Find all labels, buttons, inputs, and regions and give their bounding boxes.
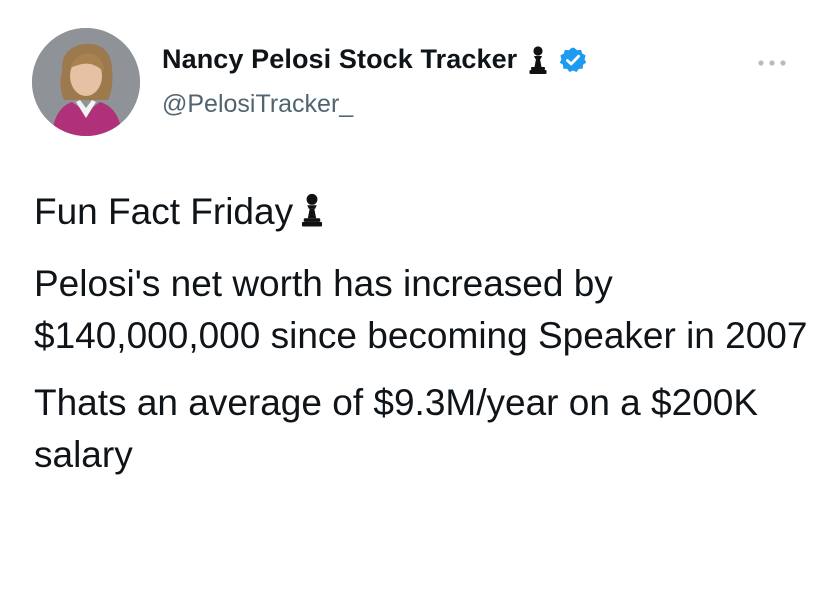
more-options-button[interactable]: [752, 50, 792, 76]
author-name-row: Nancy Pelosi Stock Tracker: [162, 44, 587, 75]
tweet-paragraph-text: Fun Fact Friday: [34, 191, 294, 232]
more-options-icon: [758, 60, 786, 66]
author-display-name[interactable]: Nancy Pelosi Stock Tracker: [162, 44, 517, 75]
chess-pawn-icon: [527, 45, 549, 75]
tweet-paragraph: Thats an average of $9.3M/year on a $200…: [34, 382, 759, 475]
tweet-paragraph: Pelosi's net worth has increased by $140…: [34, 263, 808, 356]
tweet-paragraph: Fun Fact Friday: [34, 186, 814, 243]
verified-badge-icon: [559, 46, 587, 74]
chess-pawn-icon: [299, 191, 325, 243]
author-handle[interactable]: @PelosiTracker_: [162, 90, 353, 119]
tweet-card: Nancy Pelosi Stock Tracker @PelosiTracke…: [0, 0, 828, 605]
avatar[interactable]: [32, 28, 140, 136]
tweet-text: Fun Fact Friday Pelosi's net worth has i…: [34, 186, 814, 496]
